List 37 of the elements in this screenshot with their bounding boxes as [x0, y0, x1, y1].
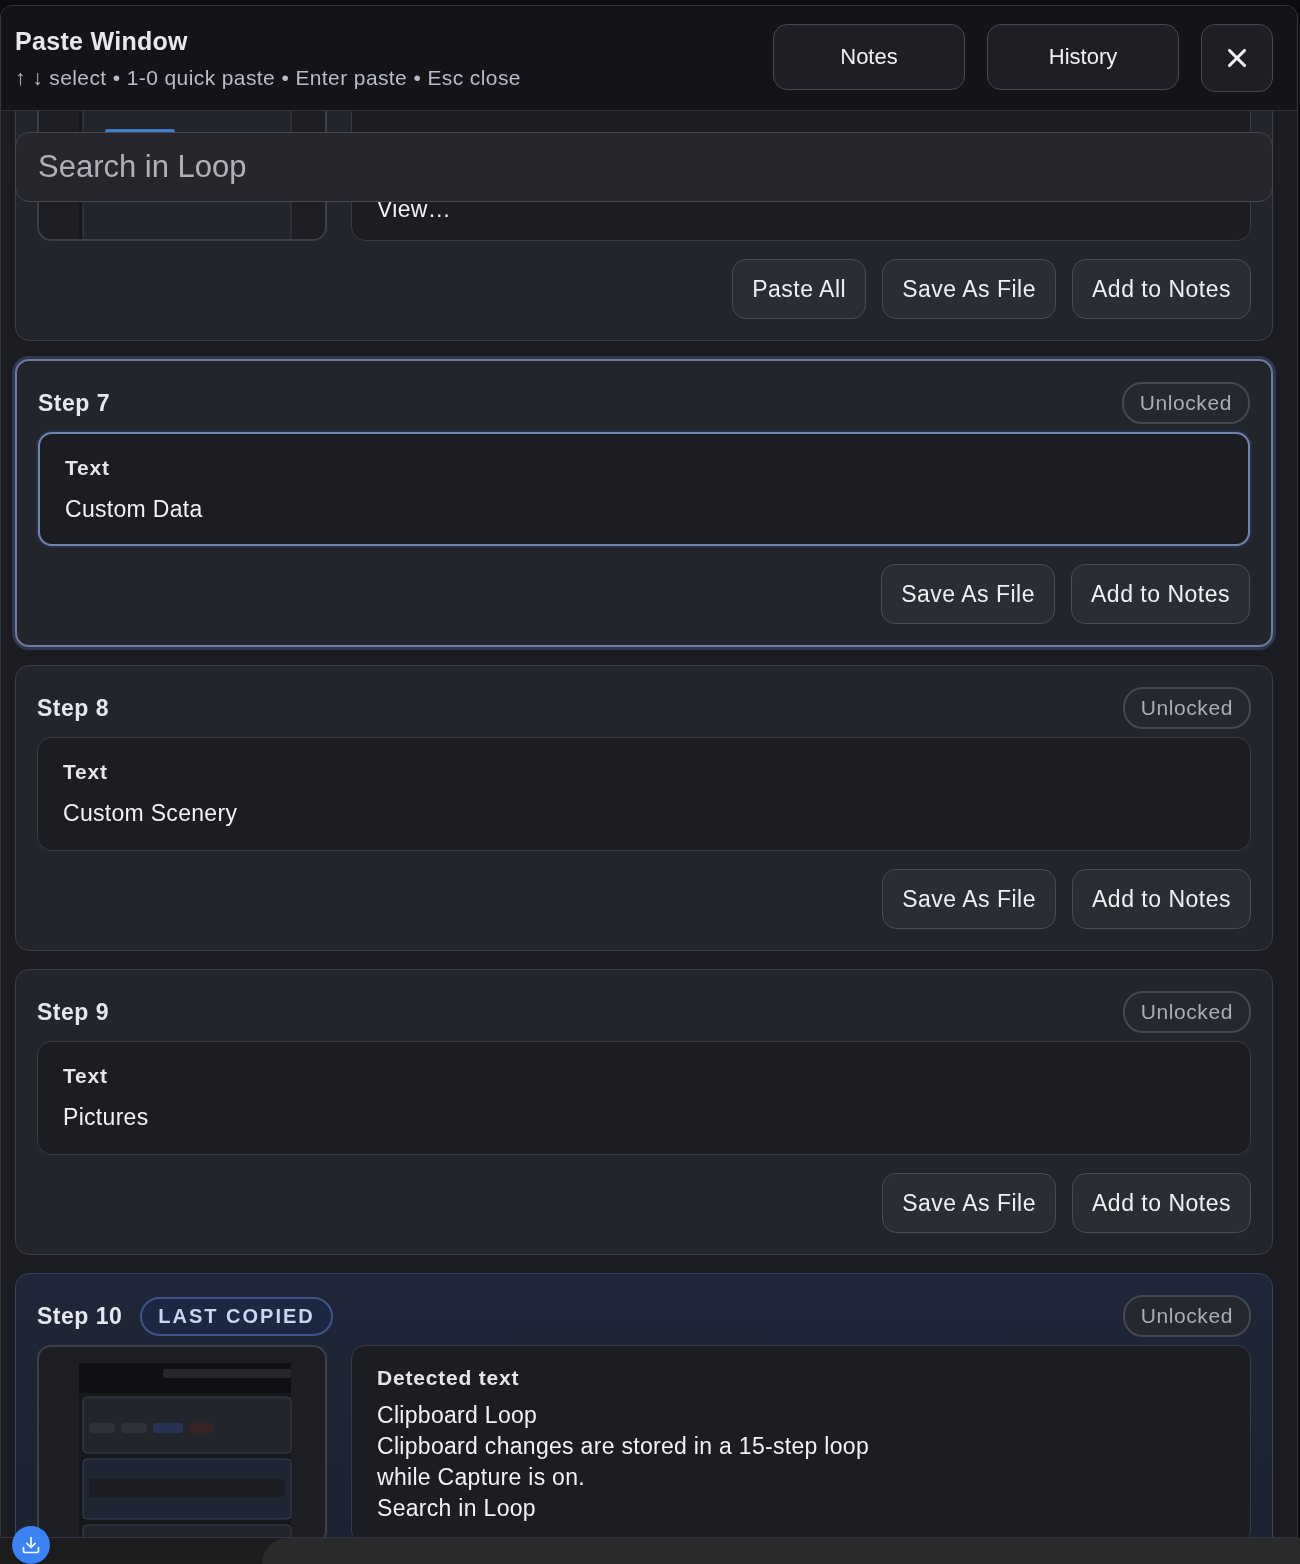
window-title: Paste Window: [15, 26, 189, 56]
step-card[interactable]: Step 10 LAST COPIED Unlocked Detected text Clipboard Loop Clipboard changes are stored in a 15-step loop while Capture is on. Search in Loop: [15, 1273, 1273, 1537]
step-card[interactable]: Step 9 Unlocked Text Pictures Save As File Add to Notes: [15, 969, 1273, 1255]
action-button[interactable]: Add to Notes: [1072, 1173, 1251, 1233]
action-button[interactable]: Save As File: [882, 869, 1057, 929]
content-label: Text: [65, 456, 111, 480]
action-button[interactable]: Save As File: [882, 259, 1057, 319]
content-text: Pictures: [63, 1103, 150, 1132]
action-button[interactable]: Paste All: [732, 259, 867, 319]
step-title: Step 8: [37, 694, 110, 722]
content-label: Text: [63, 1064, 109, 1088]
content-text: Custom Scenery: [63, 799, 239, 828]
keyboard-hint: ↑ ↓ select • 1-0 quick paste • Enter paste • Esc close: [15, 65, 521, 90]
step-card[interactable]: Step 7 Unlocked Text Custom Data Save As File Add to Notes: [15, 359, 1273, 647]
content-text: Clipboard Loop Clipboard changes are stored in a 15-step loop while Capture is on. Search in Loop: [377, 1401, 870, 1523]
search-field[interactable]: Search in Loop: [15, 132, 1273, 202]
step-card[interactable]: Step 8 Unlocked Text Custom Scenery Save As File Add to Notes: [15, 665, 1273, 951]
action-button[interactable]: Add to Notes: [1072, 869, 1251, 929]
last-copied-badge: LAST COPIED: [140, 1296, 333, 1336]
step-title: Step 9: [37, 998, 110, 1026]
download-icon[interactable]: [12, 1526, 50, 1564]
step-title: Step 10: [37, 1302, 123, 1330]
action-button[interactable]: Save As File: [881, 564, 1056, 624]
content-label: Text: [63, 760, 109, 784]
lock-status-button[interactable]: Unlocked: [1122, 991, 1251, 1033]
header-button[interactable]: History: [987, 24, 1179, 90]
header-button[interactable]: Notes: [773, 24, 965, 90]
content-text: Custom Data: [65, 495, 204, 524]
lock-status-button[interactable]: Unlocked: [1122, 687, 1251, 729]
action-button[interactable]: Add to Notes: [1072, 259, 1251, 319]
step-title: Step 7: [38, 389, 111, 417]
action-button[interactable]: Save As File: [882, 1173, 1057, 1233]
lock-status-button[interactable]: Unlocked: [1121, 382, 1250, 424]
lock-status-button[interactable]: Unlocked: [1122, 1295, 1251, 1337]
action-button[interactable]: Add to Notes: [1071, 564, 1250, 624]
content-label: Detected text: [377, 1366, 521, 1390]
close-button[interactable]: [1201, 24, 1273, 92]
